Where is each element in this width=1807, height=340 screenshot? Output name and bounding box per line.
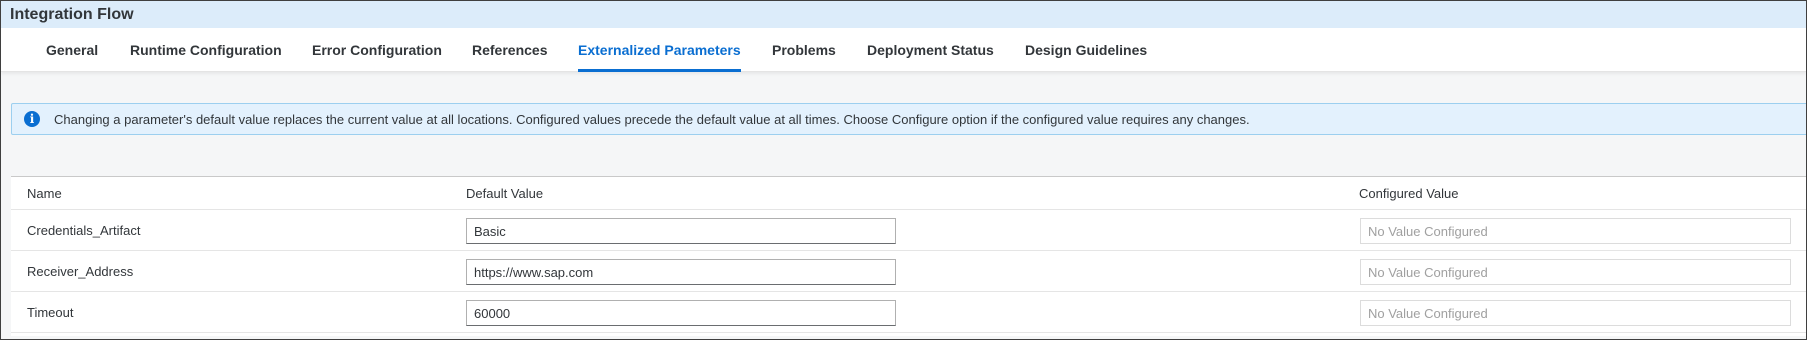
tab-design-guidelines[interactable]: Design Guidelines	[1025, 28, 1147, 72]
table-row: Receiver_Address	[11, 251, 1806, 292]
column-header-configured-value: Configured Value	[1359, 185, 1459, 201]
table-row: Timeout	[11, 292, 1806, 333]
configured-value-input[interactable]	[1360, 300, 1791, 326]
tab-general[interactable]: General	[46, 28, 98, 72]
tab-runtime-configuration[interactable]: Runtime Configuration	[130, 28, 282, 72]
tab-references[interactable]: References	[472, 28, 548, 72]
configured-value-input[interactable]	[1360, 259, 1791, 285]
parameter-name: Credentials_Artifact	[27, 222, 141, 238]
tab-error-configuration[interactable]: Error Configuration	[312, 28, 442, 72]
default-value-input[interactable]	[466, 259, 896, 285]
table-header-row: Name Default Value Configured Value	[11, 177, 1806, 210]
info-message-text: Changing a parameter's default value rep…	[54, 111, 1250, 127]
parameter-name: Receiver_Address	[27, 263, 134, 279]
integration-flow-panel: Integration Flow General Runtime Configu…	[0, 0, 1807, 340]
tab-bar: General Runtime Configuration Error Conf…	[1, 28, 1806, 72]
column-header-name: Name	[27, 185, 62, 201]
info-icon: i	[24, 111, 40, 127]
parameters-table: Name Default Value Configured Value Cred…	[11, 176, 1806, 336]
tab-deployment-status[interactable]: Deployment Status	[867, 28, 994, 72]
tab-externalized-parameters[interactable]: Externalized Parameters	[578, 28, 741, 72]
tab-problems[interactable]: Problems	[772, 28, 836, 72]
info-message-strip: i Changing a parameter's default value r…	[11, 103, 1806, 135]
parameter-name: Timeout	[27, 304, 74, 320]
configured-value-input[interactable]	[1360, 218, 1791, 244]
table-row: Credentials_Artifact	[11, 210, 1806, 251]
default-value-input[interactable]	[466, 218, 896, 244]
panel-title: Integration Flow	[10, 5, 134, 23]
default-value-input[interactable]	[466, 300, 896, 326]
panel-title-bar: Integration Flow	[1, 1, 1806, 28]
column-header-default-value: Default Value	[466, 185, 544, 201]
